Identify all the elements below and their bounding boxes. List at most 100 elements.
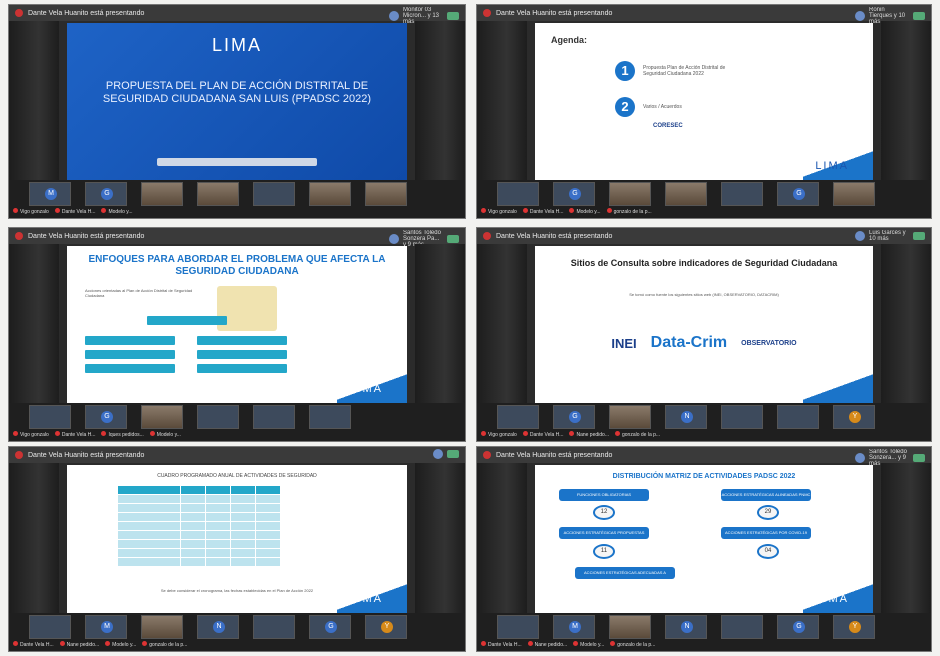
participant-tile[interactable] bbox=[29, 405, 71, 429]
activity-count: 29 bbox=[757, 505, 779, 520]
view-toggle-icon[interactable] bbox=[913, 12, 925, 20]
meeting-panel-6: Dante Vela Huanito está presentando Sant… bbox=[476, 446, 932, 652]
participant-name: Dante Vela H... bbox=[13, 640, 54, 648]
participant-name: Modelo y... bbox=[149, 430, 181, 438]
participant-tile[interactable]: Y bbox=[833, 405, 875, 429]
participant-tile[interactable]: G bbox=[309, 615, 351, 639]
participant-tile[interactable]: M bbox=[85, 615, 127, 639]
participant-name: Dante Vela H... bbox=[481, 640, 522, 648]
participant-tile[interactable] bbox=[29, 615, 71, 639]
participant-name: Vigo gonzalo bbox=[481, 207, 517, 215]
participant-tile[interactable] bbox=[309, 405, 351, 429]
participant-video[interactable] bbox=[609, 615, 651, 639]
presenter-label: Dante Vela Huanito está presentando bbox=[28, 232, 145, 240]
view-toggle-icon[interactable] bbox=[447, 235, 459, 243]
slide-title: ENFOQUES PARA ABORDAR EL PROBLEMA QUE AF… bbox=[88, 254, 386, 277]
participant-name: Nane pedido... bbox=[59, 640, 99, 648]
side-panel-right bbox=[881, 21, 931, 182]
lima-logo: LIMA bbox=[815, 160, 849, 172]
participants-label: Luis Garcés y 10 más bbox=[869, 230, 906, 242]
participant-tile[interactable] bbox=[497, 405, 539, 429]
participant-tile[interactable]: N bbox=[665, 615, 707, 639]
participant-name: Modelo y... bbox=[573, 640, 604, 648]
participant-video[interactable] bbox=[141, 182, 183, 206]
datacrim-logo: Data-Crim bbox=[650, 334, 728, 351]
participant-tile[interactable]: G bbox=[553, 405, 595, 429]
participant-name: Nane pedido... bbox=[527, 640, 567, 648]
side-panel-left bbox=[477, 244, 527, 405]
participant-tile[interactable] bbox=[253, 405, 295, 429]
view-toggle-icon[interactable] bbox=[447, 12, 459, 20]
slide-title: Agenda: bbox=[551, 35, 587, 45]
participant-video[interactable] bbox=[665, 182, 707, 206]
participants-summary[interactable] bbox=[433, 449, 459, 459]
slide-corner-decoration bbox=[803, 371, 873, 403]
participant-strip: G G Vigo gonzalo Dante Vela H... Modelo … bbox=[477, 180, 931, 218]
presenter-label: Dante Vela Huanito está presentando bbox=[496, 9, 613, 17]
shared-slide: Agenda: 1 Propuesta Plan de Acción Distr… bbox=[535, 23, 873, 180]
participant-name: Iques pedidos... bbox=[101, 430, 144, 438]
participant-tile[interactable] bbox=[777, 405, 819, 429]
participant-video[interactable] bbox=[609, 405, 651, 429]
participant-tile[interactable]: G bbox=[777, 182, 819, 206]
participant-tile[interactable]: Y bbox=[365, 615, 407, 639]
participant-names: Vigo gonzalo Dante Vela H... Modelo y... bbox=[9, 206, 465, 216]
diagram-box bbox=[85, 364, 175, 373]
participant-video[interactable] bbox=[141, 405, 183, 429]
participant-names: Dante Vela H... Nane pedido... Modelo y.… bbox=[9, 639, 465, 649]
participant-tile[interactable]: G bbox=[777, 615, 819, 639]
participant-names: Vigo gonzalo Dante Vela H... Iques pedid… bbox=[9, 429, 465, 439]
presenter-bar: Dante Vela Huanito está presentando bbox=[9, 447, 465, 463]
participants-summary[interactable]: Luis Garcés y 10 más bbox=[855, 230, 925, 242]
participant-tile[interactable]: Y bbox=[833, 615, 875, 639]
participant-video[interactable] bbox=[197, 182, 239, 206]
slide-text: Se tomó como fuente los siguientes sitio… bbox=[629, 292, 779, 297]
participant-tile[interactable] bbox=[253, 182, 295, 206]
participant-strip: M N G Y Dante Vela H... Nane pedido... M… bbox=[9, 613, 465, 651]
participant-tile[interactable] bbox=[497, 615, 539, 639]
participant-video[interactable] bbox=[833, 182, 875, 206]
avatar: M bbox=[569, 621, 581, 633]
avatar bbox=[855, 231, 865, 241]
observatorio-logo: OBSERVATORIO bbox=[741, 339, 797, 347]
participant-video[interactable] bbox=[309, 182, 351, 206]
presenter-label: Dante Vela Huanito está presentando bbox=[28, 9, 145, 17]
view-toggle-icon[interactable] bbox=[447, 450, 459, 458]
diagram-box bbox=[147, 316, 227, 325]
diagram-box bbox=[197, 336, 287, 345]
participant-tile[interactable]: N bbox=[197, 615, 239, 639]
participant-tile[interactable] bbox=[721, 405, 763, 429]
agenda-number: 1 bbox=[615, 61, 635, 81]
view-toggle-icon[interactable] bbox=[913, 232, 925, 240]
participant-tile[interactable]: G bbox=[553, 182, 595, 206]
participant-tile[interactable] bbox=[253, 615, 295, 639]
activity-count: 11 bbox=[593, 544, 615, 559]
participant-names: Vigo gonzalo Dante Vela H... Nane pedido… bbox=[477, 429, 931, 439]
participant-video[interactable] bbox=[365, 182, 407, 206]
participant-tile[interactable]: M bbox=[553, 615, 595, 639]
slide-text: Acciones orientadas al Plan de Acción Di… bbox=[85, 288, 193, 298]
participant-tile[interactable]: N bbox=[665, 405, 707, 429]
diagram-box bbox=[85, 350, 175, 359]
participant-tile[interactable]: G bbox=[85, 182, 127, 206]
avatar: N bbox=[681, 621, 693, 633]
slide-title: Sitios de Consulta sobre indicadores de … bbox=[570, 258, 838, 268]
presenting-icon bbox=[15, 451, 23, 459]
presenter-bar: Dante Vela Huanito está presentando Sant… bbox=[9, 228, 465, 248]
activity-box: FUNCIONES OBLIGATORIAS bbox=[559, 489, 649, 501]
participant-tile[interactable] bbox=[497, 182, 539, 206]
participant-video[interactable] bbox=[141, 615, 183, 639]
participant-video[interactable] bbox=[609, 182, 651, 206]
presenter-bar: Dante Vela Huanito está presentando Sant… bbox=[477, 447, 931, 467]
avatar: Y bbox=[849, 411, 861, 423]
activity-box: ACCIONES ESTRATÉGICAS POR COVID-19 bbox=[721, 527, 811, 539]
presentation-controls[interactable] bbox=[157, 158, 317, 166]
view-toggle-icon[interactable] bbox=[913, 454, 925, 462]
participant-name: gonzalo de la p... bbox=[610, 640, 655, 648]
participant-tile[interactable] bbox=[721, 615, 763, 639]
participant-tile[interactable]: M bbox=[29, 182, 71, 206]
participant-tile[interactable] bbox=[197, 405, 239, 429]
participant-tile[interactable] bbox=[721, 182, 763, 206]
presenting-icon bbox=[15, 9, 23, 17]
participant-tile[interactable]: G bbox=[85, 405, 127, 429]
